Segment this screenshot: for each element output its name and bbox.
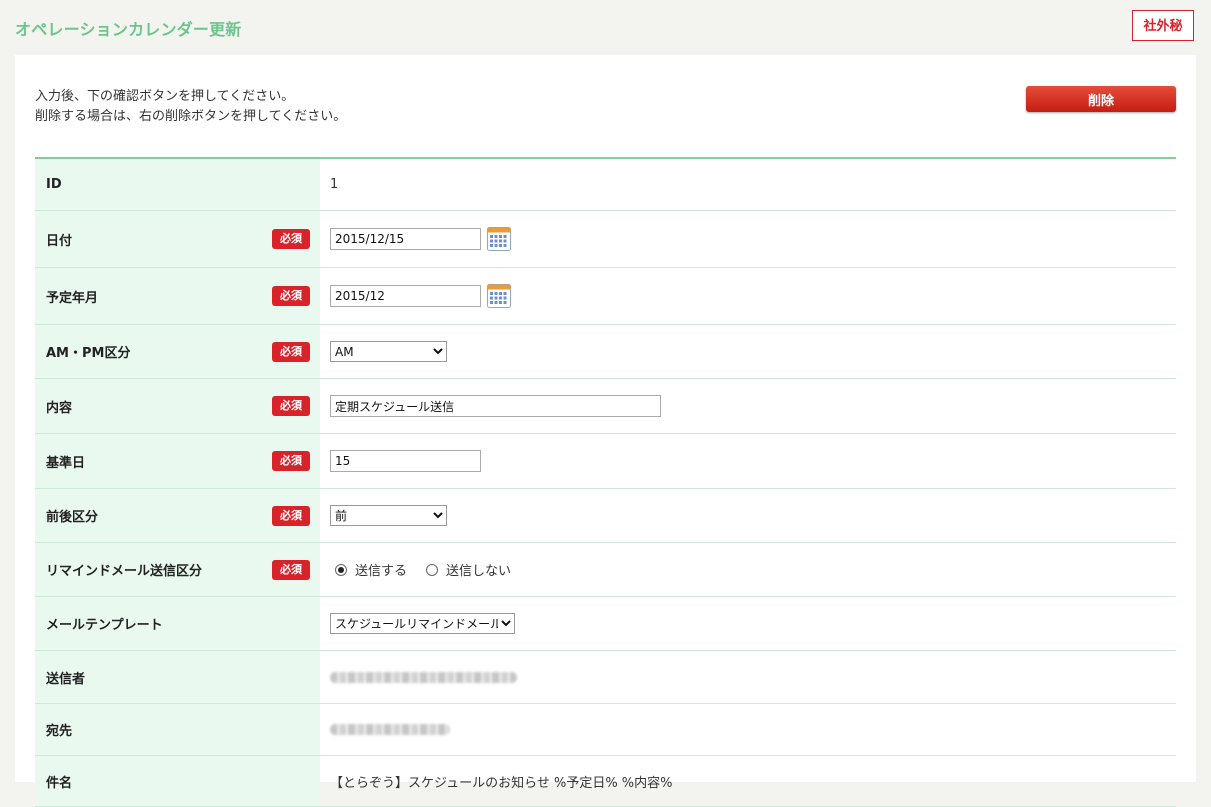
label-text: リマインドメール送信区分: [46, 564, 203, 579]
ampm-value-cell: AM: [320, 325, 1176, 378]
recipient-redacted: [330, 724, 450, 735]
date-value-cell: [320, 211, 1176, 267]
ampm-select[interactable]: AM: [330, 341, 447, 362]
row-recipient: 宛先: [35, 704, 1176, 756]
instructions: 入力後、下の確認ボタンを押してください。 削除する場合は、右の削除ボタンを押して…: [35, 87, 346, 127]
label-text: 宛先: [46, 724, 73, 739]
remind-radio-group: 送信する 送信しない: [330, 560, 525, 579]
template-select[interactable]: スケジュールリマインドメール: [330, 613, 515, 634]
recipient-value-cell: [320, 704, 1176, 755]
base-day-input[interactable]: [330, 450, 481, 472]
form-panel: 入力後、下の確認ボタンを押してください。 削除する場合は、右の削除ボタンを押して…: [15, 55, 1196, 807]
label-text: 基準日: [46, 455, 86, 471]
required-badge: 必須: [272, 396, 310, 416]
row-before-after: 前後区分 必須 前: [35, 489, 1176, 543]
label-sender: 送信者: [35, 651, 320, 703]
label-content: 内容 必須: [35, 379, 320, 433]
before-after-value-cell: 前: [320, 489, 1176, 542]
before-after-select[interactable]: 前: [330, 505, 447, 526]
label-template: メールテンプレート: [35, 597, 320, 650]
radio-send-label[interactable]: 送信する: [355, 560, 407, 579]
page-title: オペレーションカレンダー更新: [15, 20, 242, 39]
form-table: ID 1 日付 必須 2015/12/15 予定年月 必須 2015/12 AM…: [35, 157, 1176, 807]
label-subject: 件名: [35, 756, 320, 806]
sender-redacted: [330, 671, 517, 683]
page-header: オペレーションカレンダー更新 社外秘: [0, 0, 1211, 55]
row-ampm: AM・PM区分 必須 AM: [35, 325, 1176, 379]
calendar-icon[interactable]: [486, 283, 512, 309]
label-text: メールテンプレート: [46, 618, 163, 633]
label-text: 内容: [46, 400, 73, 416]
label-text: 前後区分: [46, 510, 99, 525]
label-text: AM・PM区分: [46, 346, 131, 361]
label-text: 予定年月: [46, 290, 99, 306]
required-badge: 必須: [272, 559, 310, 580]
required-badge: 必須: [272, 341, 310, 362]
required-badge: 必須: [272, 286, 310, 306]
label-date: 日付 必須: [35, 211, 320, 267]
label-before-after: 前後区分 必須: [35, 489, 320, 542]
row-planned-month: 予定年月 必須: [35, 268, 1176, 325]
label-text: 送信者: [46, 671, 86, 687]
label-text: ID: [46, 177, 62, 192]
row-remind: リマインドメール送信区分 必須 送信する 送信しない: [35, 543, 1176, 597]
label-base-day: 基準日 必須: [35, 434, 320, 488]
content-input[interactable]: [330, 395, 661, 417]
template-value-cell: スケジュールリマインドメール: [320, 597, 1176, 650]
row-template: メールテンプレート スケジュールリマインドメール: [35, 597, 1176, 651]
label-text: 日付: [46, 233, 73, 249]
planned-month-value-cell: [320, 268, 1176, 324]
date-input[interactable]: [330, 228, 481, 250]
row-content: 内容 必須: [35, 379, 1176, 434]
row-sender: 送信者: [35, 651, 1176, 704]
radio-no-send[interactable]: [426, 563, 439, 576]
subject-value: 【とらぞう】スケジュールのお知らせ %予定日% %内容%: [330, 775, 673, 791]
remind-value-cell: 送信する 送信しない: [320, 543, 1176, 596]
base-day-value-cell: [320, 434, 1176, 488]
delete-button[interactable]: 削除: [1026, 86, 1176, 112]
content-value-cell: [320, 379, 1176, 433]
confidential-badge: 社外秘: [1132, 10, 1194, 41]
required-badge: 必須: [272, 451, 310, 471]
instruction-line-1: 入力後、下の確認ボタンを押してください。: [35, 89, 295, 104]
sender-value-cell: [320, 651, 1176, 703]
instruction-line-2: 削除する場合は、右の削除ボタンを押してください。: [35, 109, 347, 124]
label-recipient: 宛先: [35, 704, 320, 755]
calendar-icon[interactable]: [486, 226, 512, 252]
radio-no-send-label[interactable]: 送信しない: [446, 560, 511, 579]
required-badge: 必須: [272, 229, 310, 249]
label-text: 件名: [46, 775, 73, 791]
radio-send[interactable]: [335, 563, 347, 576]
row-base-day: 基準日 必須: [35, 434, 1176, 489]
planned-month-input[interactable]: [330, 285, 481, 307]
row-date: 日付 必須: [35, 211, 1176, 268]
label-id: ID: [35, 159, 320, 210]
label-planned-month: 予定年月 必須: [35, 268, 320, 324]
id-value: 1: [330, 177, 339, 192]
required-badge: 必須: [272, 505, 310, 526]
label-ampm: AM・PM区分 必須: [35, 325, 320, 378]
row-id: ID 1: [35, 159, 1176, 211]
label-remind: リマインドメール送信区分 必須: [35, 543, 320, 596]
